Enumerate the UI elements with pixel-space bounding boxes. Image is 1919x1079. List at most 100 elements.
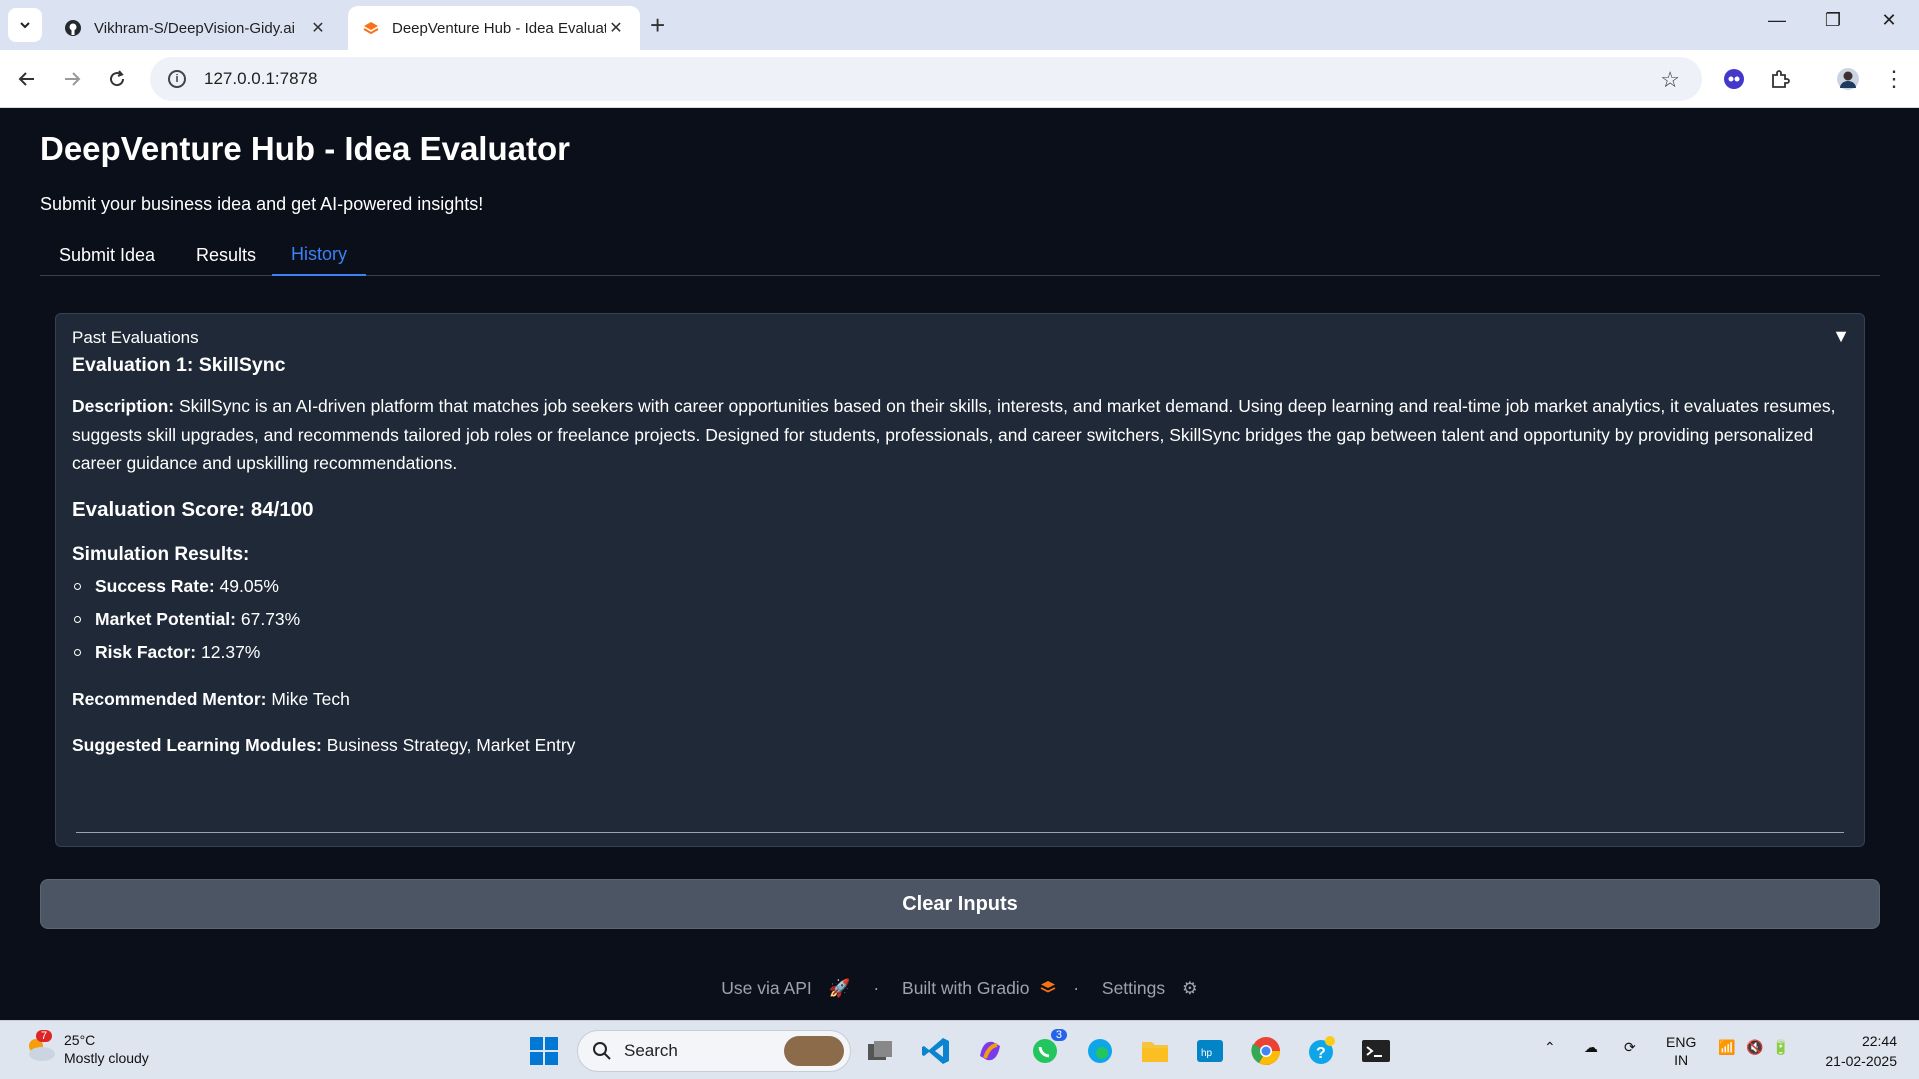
file-explorer-icon[interactable]	[1137, 1033, 1173, 1069]
search-label: Search	[624, 1041, 678, 1060]
separator: ·	[873, 978, 880, 998]
list-item: Success Rate: 49.05%	[72, 574, 1852, 607]
terminal-icon[interactable]	[1358, 1033, 1394, 1069]
close-icon[interactable]: ✕	[308, 18, 328, 38]
list-item: Risk Factor: 12.37%	[72, 640, 1852, 673]
url-text: 127.0.0.1:7878	[204, 69, 318, 88]
sync-icon[interactable]: ⟳	[1624, 1039, 1636, 1056]
close-icon[interactable]: ✕	[606, 18, 626, 38]
metric-label: Risk Factor:	[95, 641, 197, 662]
browser-toolbar: i 127.0.0.1:7878 ☆ ⋮	[0, 50, 1919, 108]
chrome-icon[interactable]	[1248, 1033, 1284, 1069]
browser-menu-icon[interactable]: ⋮	[1880, 65, 1908, 93]
simulation-list: Success Rate: 49.05% Market Potential: 6…	[72, 574, 1852, 673]
modules-value: Business Strategy, Market Entry	[326, 734, 576, 755]
minimize-button[interactable]: —	[1754, 10, 1800, 31]
svg-text:hp: hp	[1201, 1048, 1213, 1059]
help-icon[interactable]: ?	[1303, 1033, 1339, 1069]
api-link-text: Use via API	[721, 978, 812, 998]
collapse-triangle-icon[interactable]: ▼	[1832, 326, 1850, 347]
list-item: Market Potential: 67.73%	[72, 607, 1852, 640]
clock-time: 22:44	[1861, 1033, 1897, 1049]
browser-tab-deepventure[interactable]: DeepVenture Hub - Idea Evaluator ✕	[348, 6, 640, 50]
edge-icon[interactable]	[1082, 1033, 1118, 1069]
mute-icon[interactable]: 🔇	[1746, 1039, 1763, 1056]
evaluation-score: Evaluation Score: 84/100	[72, 497, 314, 521]
restore-button[interactable]: ❐	[1810, 10, 1856, 31]
browser-tab-strip: Vikhram-S/DeepVision-Gidy.ai ✕ DeepVentu…	[0, 0, 1919, 50]
panel-label[interactable]: Past Evaluations	[72, 328, 199, 348]
chevron-up-icon[interactable]: ⌃	[1544, 1039, 1556, 1056]
site-info-icon[interactable]: i	[168, 70, 186, 88]
task-view-icon[interactable]	[862, 1033, 898, 1069]
arrow-left-icon	[18, 72, 34, 86]
cloudy-weather-icon: 7	[22, 1030, 58, 1064]
onedrive-icon[interactable]: ☁	[1584, 1039, 1598, 1056]
gear-icon: ⚙	[1182, 978, 1198, 998]
vscode-icon[interactable]	[918, 1033, 954, 1069]
recommended-mentor: Recommended Mentor: Mike Tech	[72, 689, 1852, 710]
taskbar-search[interactable]: Search	[577, 1030, 851, 1072]
reload-button[interactable]	[102, 64, 132, 94]
settings-link[interactable]: Settings ⚙	[1096, 978, 1204, 998]
separator: ·	[1073, 978, 1080, 998]
settings-link-text: Settings	[1101, 978, 1166, 998]
description-label: Description:	[72, 396, 175, 416]
divider	[76, 832, 1844, 833]
copilot-icon[interactable]	[972, 1033, 1008, 1069]
whatsapp-icon[interactable]: 3	[1027, 1029, 1067, 1069]
language-indicator[interactable]: ENG IN	[1666, 1033, 1696, 1069]
extension-copilot-icon[interactable]	[1720, 65, 1748, 93]
app-tab-bar: Submit Idea Results History	[40, 234, 1880, 276]
battery-icon[interactable]: 🔋	[1772, 1039, 1789, 1056]
bookmark-star-icon[interactable]: ☆	[1660, 67, 1680, 93]
search-highlight-image	[784, 1036, 844, 1066]
address-bar[interactable]: i 127.0.0.1:7878 ☆	[150, 57, 1702, 101]
modules-label: Suggested Learning Modules:	[72, 734, 322, 755]
lang-top: ENG	[1666, 1034, 1697, 1050]
clear-inputs-button[interactable]: Clear Inputs	[40, 879, 1880, 929]
simulation-heading: Simulation Results:	[72, 543, 250, 565]
weather-desc: Mostly cloudy	[64, 1050, 149, 1066]
profile-avatar[interactable]	[1834, 65, 1862, 93]
page-title: DeepVenture Hub - Idea Evaluator	[40, 130, 570, 167]
metric-label: Success Rate:	[95, 575, 215, 596]
tab-search-button[interactable]	[8, 8, 42, 42]
app-page: DeepVenture Hub - Idea Evaluator Submit …	[0, 108, 1919, 1020]
windows-taskbar: 7 25°C Mostly cloudy Search 3 hp ? ⌃ ☁ ⟳…	[0, 1020, 1919, 1079]
rocket-icon: 🚀	[828, 978, 851, 998]
tab-results[interactable]: Results	[174, 234, 278, 276]
use-via-api-link[interactable]: Use via API 🚀	[715, 978, 856, 998]
metric-label: Market Potential:	[95, 608, 236, 629]
metric-value: 49.05%	[219, 575, 279, 596]
built-with-gradio-link[interactable]: Built with Gradio	[896, 978, 1056, 998]
window-close-button[interactable]: ✕	[1866, 10, 1912, 31]
reload-icon	[110, 70, 125, 87]
tab-history[interactable]: History	[272, 234, 366, 276]
svg-text:?: ?	[1316, 1045, 1326, 1062]
weather-widget[interactable]: 7 25°C Mostly cloudy	[22, 1030, 149, 1067]
windows-start-icon[interactable]	[526, 1033, 562, 1069]
clock-date: 21-02-2025	[1825, 1053, 1897, 1069]
tab-title: DeepVenture Hub - Idea Evaluator	[392, 19, 606, 37]
weather-text: 25°C Mostly cloudy	[64, 1031, 149, 1067]
evaluation-description: Description: SkillSync is an AI-driven p…	[72, 392, 1852, 478]
learning-modules: Suggested Learning Modules: Business Str…	[72, 735, 1852, 756]
mentor-value: Mike Tech	[271, 688, 350, 709]
back-button[interactable]	[12, 64, 42, 94]
clock[interactable]: 22:44 21-02-2025	[1825, 1031, 1897, 1071]
search-icon	[593, 1042, 611, 1060]
whatsapp-badge: 3	[1050, 1029, 1067, 1041]
forward-button[interactable]	[57, 64, 87, 94]
extensions-puzzle-icon[interactable]	[1766, 65, 1794, 93]
tab-submit-idea[interactable]: Submit Idea	[40, 234, 174, 276]
metric-value: 67.73%	[240, 608, 301, 629]
weather-temp: 25°C	[64, 1032, 96, 1048]
evaluation-heading: Evaluation 1: SkillSync	[72, 354, 286, 376]
new-tab-button[interactable]: +	[650, 11, 665, 39]
browser-tab-github[interactable]: Vikhram-S/DeepVision-Gidy.ai ✕	[50, 6, 342, 50]
lang-bottom: IN	[1674, 1052, 1689, 1068]
myhp-icon[interactable]: hp	[1192, 1033, 1228, 1069]
description-text: SkillSync is an AI-driven platform that …	[72, 396, 1836, 473]
wifi-icon[interactable]: 📶	[1718, 1039, 1735, 1056]
